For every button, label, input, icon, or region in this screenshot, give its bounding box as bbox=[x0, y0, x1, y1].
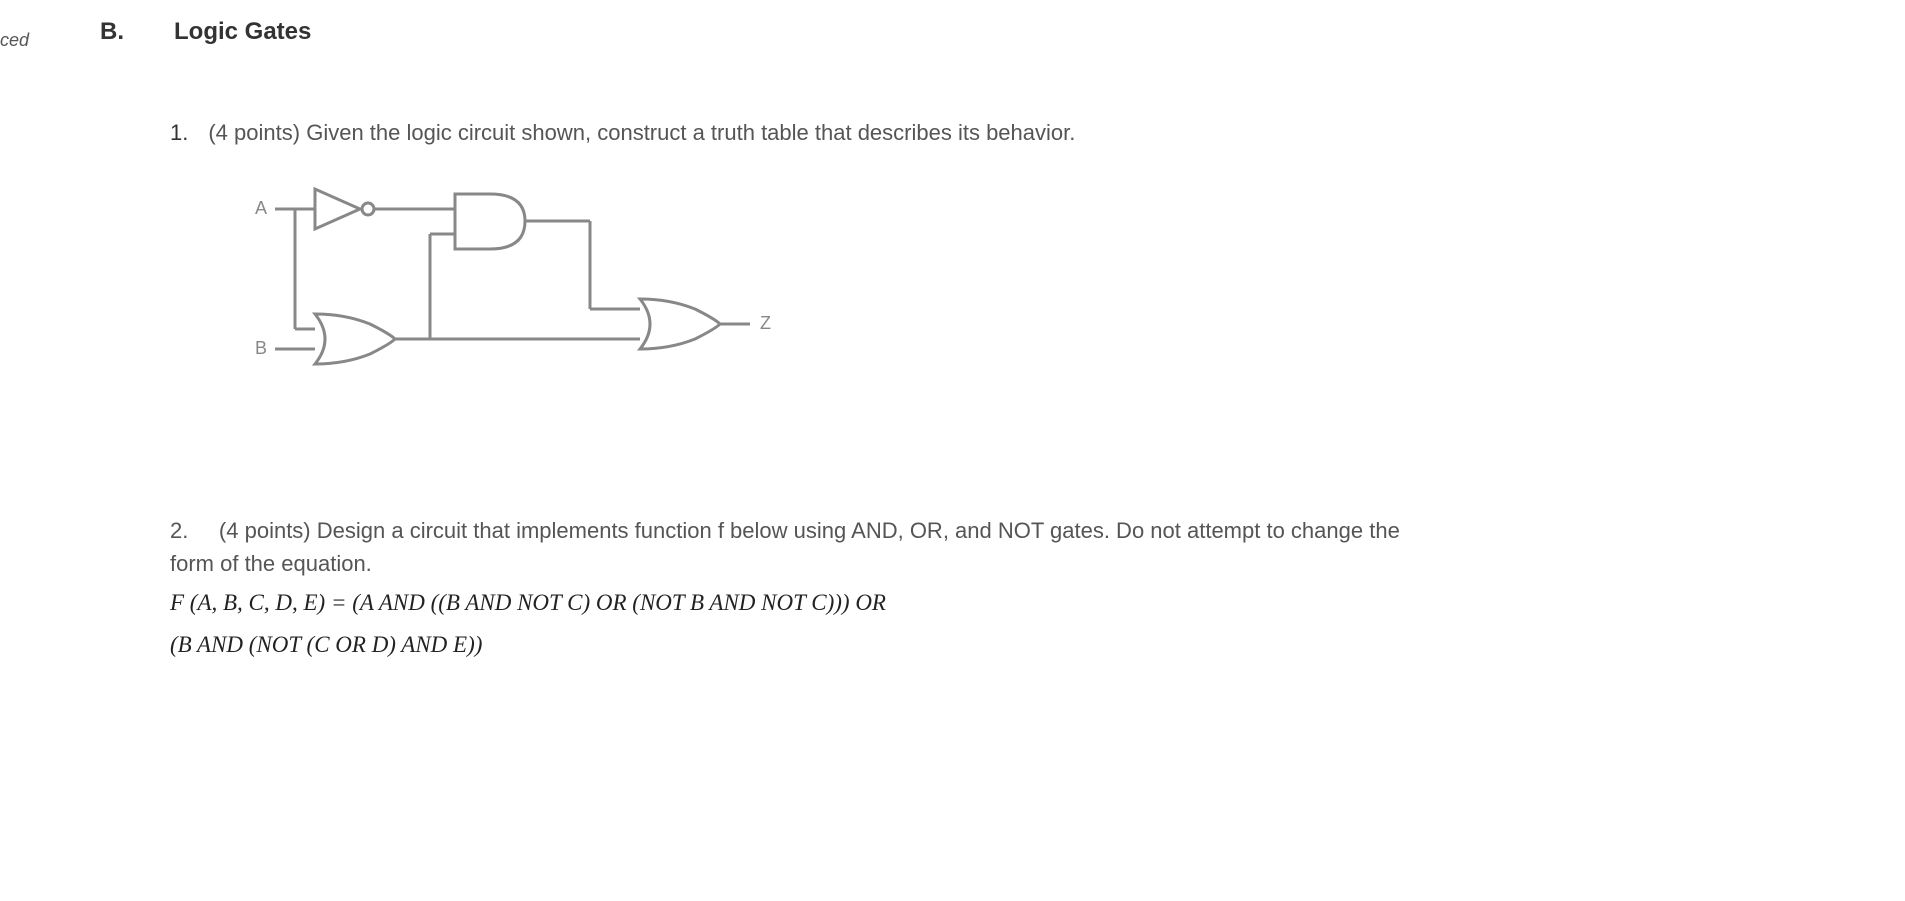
or-gate-2-icon bbox=[640, 299, 720, 349]
main-content: B. Logic Gates 1. (4 points) Given the l… bbox=[0, 0, 1905, 664]
question-2-body: Design a circuit that implements functio… bbox=[170, 518, 1400, 576]
question-1-body: Given the logic circuit shown, construct… bbox=[306, 120, 1075, 145]
and-gate-icon bbox=[455, 194, 525, 249]
question-2: 2. (4 points) Design a circuit that impl… bbox=[170, 514, 1805, 664]
question-2-text-block: 2. (4 points) Design a circuit that impl… bbox=[170, 514, 1420, 580]
not-gate-icon bbox=[315, 189, 374, 229]
side-cropped-text: ced bbox=[0, 30, 29, 51]
circuit-svg: A B Z bbox=[250, 179, 790, 409]
logic-circuit-diagram: A B Z bbox=[250, 179, 1805, 414]
question-1-number: 1. bbox=[170, 120, 188, 146]
input-b-label: B bbox=[255, 338, 267, 358]
formula-line-1: F (A, B, C, D, E) = (A AND ((B AND NOT C… bbox=[170, 585, 1805, 622]
question-1: 1. (4 points) Given the logic circuit sh… bbox=[170, 116, 1805, 414]
question-1-points: (4 points) bbox=[208, 120, 300, 145]
formula-line-2: (B AND (NOT (C OR D) AND E)) bbox=[170, 627, 1805, 664]
section-letter: B. bbox=[100, 18, 124, 46]
question-2-points: (4 points) bbox=[219, 518, 311, 543]
section-header: B. Logic Gates bbox=[100, 18, 1805, 46]
question-1-text: (4 points) Given the logic circuit shown… bbox=[208, 116, 1075, 149]
question-1-header: 1. (4 points) Given the logic circuit sh… bbox=[170, 116, 1805, 149]
output-z-label: Z bbox=[760, 313, 771, 333]
or-gate-1-icon bbox=[315, 314, 395, 364]
input-a-label: A bbox=[255, 198, 267, 218]
question-2-number: 2. bbox=[170, 518, 188, 543]
section-title: Logic Gates bbox=[174, 18, 311, 46]
